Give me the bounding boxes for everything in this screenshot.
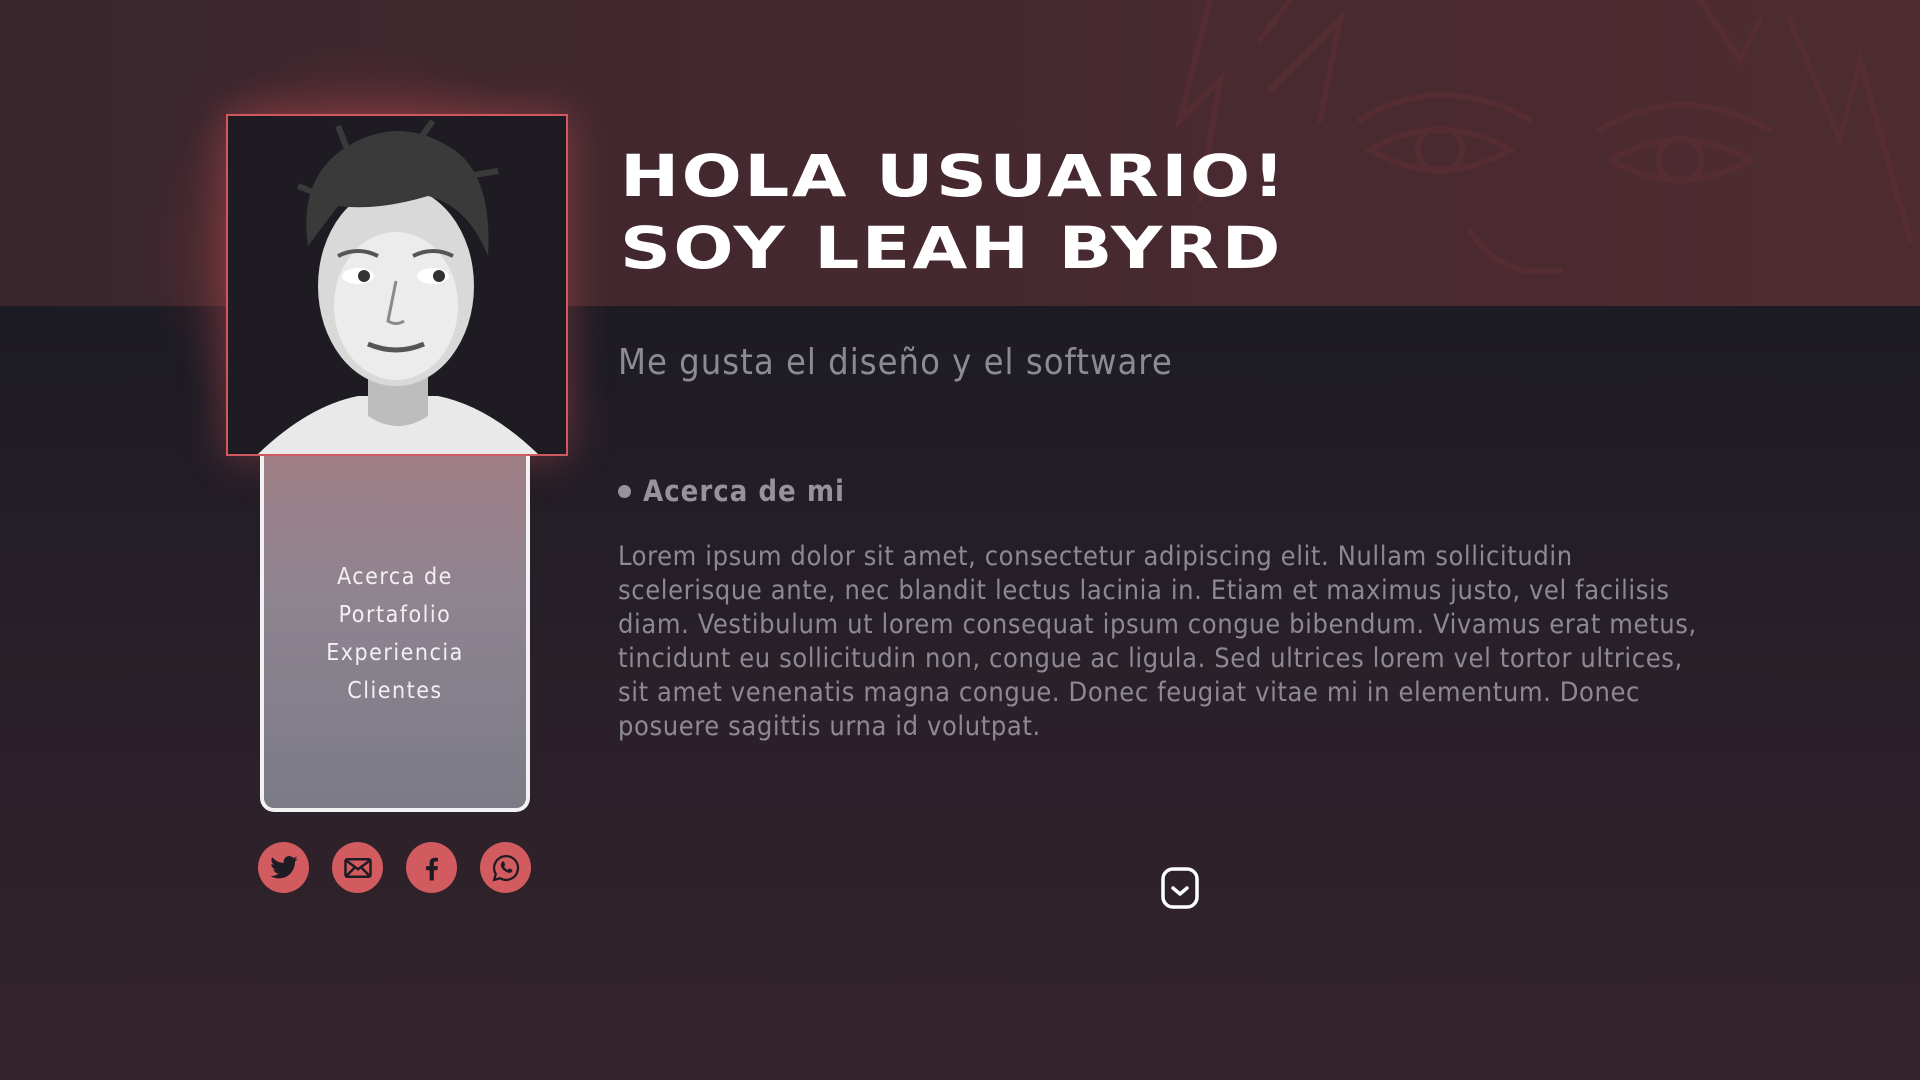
facebook-icon bbox=[425, 857, 438, 880]
mail-button[interactable] bbox=[332, 842, 383, 893]
whatsapp-icon bbox=[492, 854, 519, 881]
bullet-icon bbox=[618, 484, 631, 498]
portrait-image bbox=[228, 116, 566, 454]
about-paragraph: Lorem ipsum dolor sit amet, consectetur … bbox=[618, 541, 1697, 742]
section-heading-label: Acerca de mi bbox=[643, 474, 845, 508]
page-title: HOLA USUARIO! SOY LEAH BYRD bbox=[620, 140, 1287, 284]
title-line-2: SOY LEAH BYRD bbox=[620, 214, 1283, 282]
facebook-button[interactable] bbox=[406, 842, 457, 893]
title-line-1: HOLA USUARIO! bbox=[620, 142, 1288, 210]
navigation-menu: Acerca de Portafolio Experiencia Cliente… bbox=[264, 558, 526, 710]
nav-item-experiencia[interactable]: Experiencia bbox=[264, 634, 526, 672]
nav-item-acerca-de[interactable]: Acerca de bbox=[264, 558, 526, 596]
twitter-icon bbox=[269, 855, 298, 878]
nav-item-portafolio[interactable]: Portafolio bbox=[264, 596, 526, 634]
scroll-down-button[interactable] bbox=[1161, 867, 1199, 909]
twitter-button[interactable] bbox=[258, 842, 309, 893]
profile-photo bbox=[226, 114, 568, 456]
nav-item-clientes[interactable]: Clientes bbox=[264, 672, 526, 710]
social-links bbox=[258, 842, 531, 893]
chevron-down-icon bbox=[1161, 867, 1199, 909]
section-heading: Acerca de mi bbox=[618, 474, 845, 508]
whatsapp-button[interactable] bbox=[480, 842, 531, 893]
navigation-card: Acerca de Portafolio Experiencia Cliente… bbox=[260, 456, 530, 812]
mail-icon bbox=[343, 857, 372, 878]
subtitle: Me gusta el diseño y el software bbox=[618, 342, 1173, 383]
